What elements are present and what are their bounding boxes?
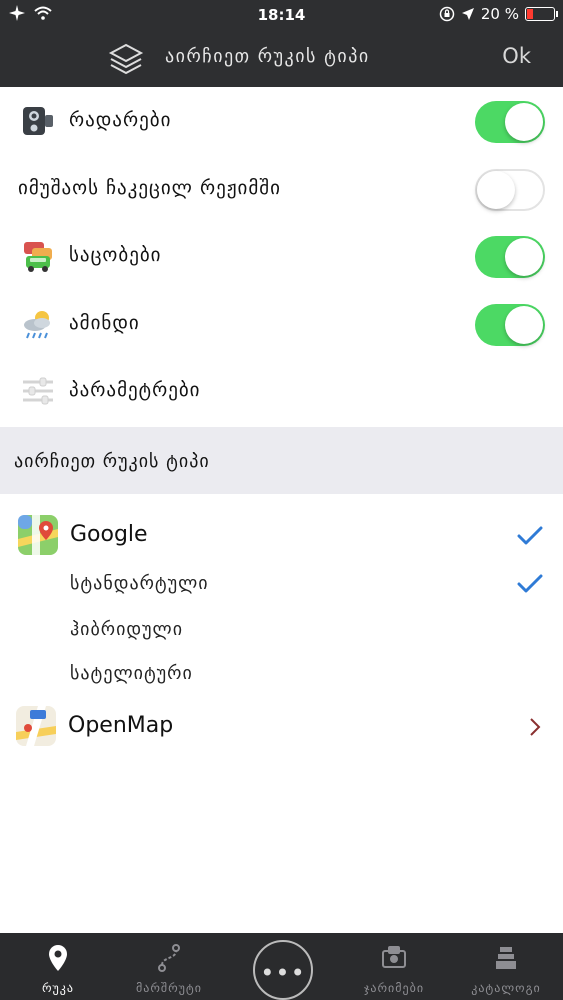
header: 18:14 20 % აირჩიეთ რუკის ტიპი Ok (0, 0, 563, 87)
tab-label: ჯარიმები (363, 981, 425, 995)
apple-maps-icon (16, 706, 56, 746)
rotation-lock-icon (439, 6, 455, 22)
tab-label: რუკა (41, 981, 75, 995)
weather-icon (24, 311, 50, 339)
catalog-icon (496, 947, 516, 969)
chevron-right-icon (530, 718, 541, 736)
map-pin-icon (49, 945, 67, 971)
ok-button[interactable]: Ok (502, 44, 531, 68)
setting-row-parameters[interactable]: პარამეტრები (0, 357, 563, 425)
layers-icon[interactable] (108, 42, 144, 76)
section-title: აირჩიეთ რუკის ტიპი (14, 451, 210, 472)
setting-label: ამინდი (69, 312, 140, 334)
location-arrow-icon (461, 8, 474, 20)
tab-label: კატალოგი (471, 981, 541, 995)
more-button[interactable]: ••• (253, 940, 313, 1000)
battery-percent: 20 % (480, 5, 519, 23)
setting-label: პარამეტრები (69, 379, 201, 401)
toggle-knob (505, 103, 543, 141)
tab-map[interactable]: რუკა (2, 933, 114, 1000)
status-right: 20 % (439, 5, 558, 23)
google-maps-icon (18, 515, 58, 555)
more-dots-icon: ••• (260, 959, 306, 987)
provider-name: OpenMap (68, 713, 174, 738)
speed-camera-icon (23, 107, 53, 135)
setting-row-traffic: საცობები (0, 222, 563, 290)
tab-catalog[interactable]: კატალოგი (450, 933, 562, 1000)
map-type-satellite[interactable]: სატელიტური (70, 663, 193, 684)
toggle-knob (477, 171, 515, 209)
tab-label: მარშრუტი (135, 981, 202, 995)
checkmark-icon (517, 574, 543, 593)
battery-icon (525, 7, 558, 21)
toggle-knob (505, 306, 543, 344)
tab-fines[interactable]: ჯარიმები (338, 933, 450, 1000)
radars-toggle[interactable] (475, 101, 545, 143)
provider-name: Google (70, 522, 148, 547)
setting-row-weather: ამინდი (0, 290, 563, 358)
fines-icon (382, 946, 406, 968)
battery-fill (527, 9, 533, 19)
weather-toggle[interactable] (475, 304, 545, 346)
checkmark-icon (517, 526, 543, 545)
route-icon (158, 944, 180, 972)
tab-route[interactable]: მარშრუტი (113, 933, 225, 1000)
map-type-label: სტანდარტული (70, 573, 209, 594)
setting-label: რადარები (69, 109, 172, 131)
status-bar: 18:14 20 % (0, 0, 563, 30)
setting-row-background-mode: იმუშაოს ჩაკეცილ რეჟიმში (0, 155, 563, 223)
setting-label: იმუშაოს ჩაკეცილ რეჟიმში (18, 177, 281, 199)
traffic-toggle[interactable] (475, 236, 545, 278)
nav-title: აირჩიეთ რუკის ტიპი (165, 46, 370, 67)
toggle-knob (505, 238, 543, 276)
sliders-icon (23, 377, 53, 405)
map-type-hybrid[interactable]: ჰიბრიდული (70, 619, 183, 640)
map-type-section-header: აირჩიეთ რუკის ტიპი (0, 427, 563, 494)
background-mode-toggle[interactable] (475, 169, 545, 211)
traffic-cars-icon (24, 242, 52, 272)
setting-label: საცობები (69, 244, 162, 266)
setting-row-radars: რადარები (0, 87, 563, 155)
navbar: აირჩიეთ რუკის ტიპი Ok (0, 30, 563, 87)
